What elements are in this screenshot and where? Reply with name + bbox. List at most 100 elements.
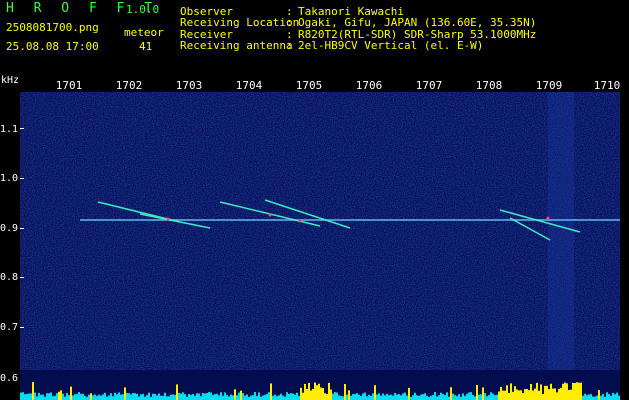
histogram-bar bbox=[194, 395, 196, 400]
histogram-bar bbox=[538, 390, 540, 400]
histogram-bar bbox=[494, 395, 496, 400]
histogram-bar bbox=[210, 392, 212, 400]
histogram-bar bbox=[374, 385, 376, 400]
histogram-bar bbox=[402, 393, 404, 400]
histogram-bar bbox=[440, 392, 442, 400]
y-tick-label: 1.0 bbox=[0, 173, 19, 184]
histogram-bar bbox=[514, 386, 516, 400]
histogram-bar bbox=[550, 383, 552, 400]
histogram-bar bbox=[214, 394, 216, 400]
histogram-bar bbox=[526, 388, 528, 400]
histogram-bar bbox=[224, 392, 226, 400]
histogram-bar bbox=[274, 394, 276, 400]
histogram-bar bbox=[500, 386, 502, 400]
histogram-bar bbox=[208, 392, 210, 400]
signal-strength-strip bbox=[20, 370, 620, 400]
histogram-bar bbox=[148, 392, 150, 400]
histogram-bar bbox=[348, 390, 350, 400]
histogram-bar bbox=[302, 392, 304, 400]
histogram-bar bbox=[458, 394, 460, 400]
histogram-bar bbox=[350, 395, 352, 400]
histogram-bar bbox=[524, 389, 526, 400]
histogram-bar bbox=[138, 396, 140, 400]
histogram-bar bbox=[422, 394, 424, 400]
histogram-bar bbox=[544, 385, 546, 400]
histogram-bar bbox=[314, 382, 316, 400]
histogram-bar bbox=[184, 394, 186, 400]
histogram-bar bbox=[362, 393, 364, 400]
histogram-bar bbox=[240, 390, 242, 400]
histogram-bar bbox=[356, 393, 358, 400]
histogram-bar bbox=[42, 394, 44, 400]
background-speckle bbox=[20, 92, 620, 370]
histogram-bar bbox=[62, 393, 64, 400]
histogram-bar bbox=[196, 393, 198, 400]
app-version: 1.0.0 bbox=[126, 3, 160, 16]
histogram-bar bbox=[532, 390, 534, 400]
histogram-bar bbox=[502, 390, 504, 400]
histogram-bar bbox=[408, 387, 410, 400]
histogram-bar bbox=[76, 394, 78, 400]
histogram-bar bbox=[434, 392, 436, 400]
histogram-bar bbox=[206, 393, 208, 400]
histogram-bar bbox=[472, 394, 474, 400]
y-tick-mark bbox=[20, 178, 24, 179]
histogram-bar bbox=[320, 387, 322, 400]
histogram-bar bbox=[98, 394, 100, 400]
histogram-bar bbox=[586, 395, 588, 400]
histogram-bar bbox=[30, 393, 32, 400]
histogram-bar bbox=[482, 387, 484, 400]
histogram-bar bbox=[168, 396, 170, 400]
histogram-bar bbox=[468, 392, 470, 400]
y-tick-label: 0.7 bbox=[0, 322, 19, 333]
meteor-head bbox=[268, 213, 272, 217]
histogram-bar bbox=[24, 394, 26, 400]
histogram-bar bbox=[404, 392, 406, 400]
histogram-bar bbox=[578, 382, 580, 400]
histogram-bar bbox=[506, 385, 508, 400]
histogram-bar bbox=[46, 393, 48, 400]
histogram-bar bbox=[102, 394, 104, 400]
histogram-bar bbox=[108, 395, 110, 400]
y-tick-label: 0.6 bbox=[0, 373, 19, 384]
meteor-count: 41 bbox=[139, 40, 153, 53]
histogram-bar bbox=[298, 396, 300, 400]
histogram-bar bbox=[490, 392, 492, 400]
histogram-bar bbox=[426, 395, 428, 400]
histogram-bar bbox=[588, 394, 590, 400]
histogram-bar bbox=[162, 395, 164, 400]
spectrogram-plot bbox=[20, 92, 620, 370]
histogram-bar bbox=[576, 382, 578, 400]
histogram-bar bbox=[272, 395, 274, 400]
histogram-bar bbox=[380, 395, 382, 400]
histogram-bar bbox=[330, 389, 332, 400]
histogram-bar bbox=[52, 396, 54, 400]
histogram-bar bbox=[456, 396, 458, 400]
histogram-bar bbox=[598, 390, 600, 400]
histogram-bar bbox=[400, 395, 402, 400]
x-tick-label: 1706 bbox=[355, 79, 383, 92]
histogram-bar bbox=[164, 392, 166, 400]
file-name: 2508081700.png bbox=[6, 21, 99, 34]
histogram-bar bbox=[618, 395, 620, 400]
histogram-bar bbox=[574, 383, 576, 400]
histogram-bar bbox=[266, 394, 268, 400]
histogram-bar bbox=[132, 393, 134, 400]
histogram-bar bbox=[154, 393, 156, 400]
histogram-bar bbox=[244, 395, 246, 400]
histogram-bar bbox=[388, 395, 390, 400]
histogram-bar bbox=[230, 394, 232, 400]
histogram-bar bbox=[382, 393, 384, 400]
histogram-bar bbox=[40, 394, 42, 400]
histogram-bar bbox=[430, 395, 432, 400]
histogram-bar bbox=[234, 389, 236, 400]
signal-histogram bbox=[20, 382, 620, 400]
histogram-bar bbox=[158, 393, 160, 400]
histogram-bar bbox=[130, 394, 132, 400]
histogram-bar bbox=[476, 384, 478, 400]
noise-band bbox=[548, 92, 574, 370]
histogram-bar bbox=[172, 394, 174, 400]
histogram-bar bbox=[396, 394, 398, 400]
histogram-bar bbox=[390, 394, 392, 400]
antenna-value: 2el-HB9CV Vertical (el. E-W) bbox=[298, 39, 484, 52]
